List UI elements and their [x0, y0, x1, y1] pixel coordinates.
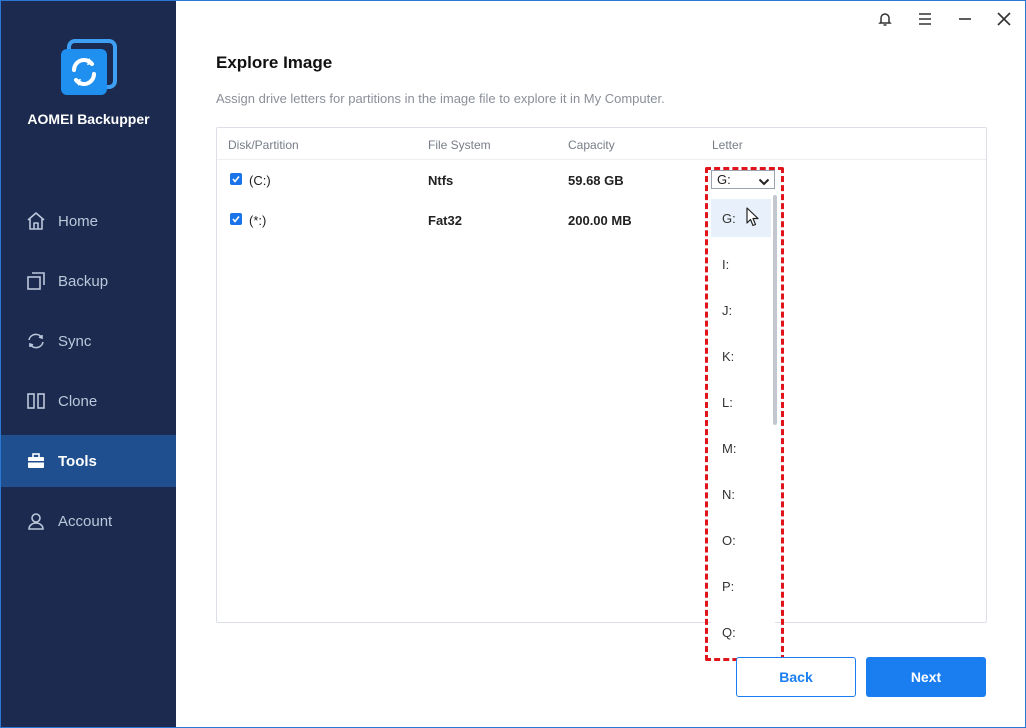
sidebar-item-backup[interactable]: Backup	[1, 255, 176, 307]
sync-icon	[26, 331, 46, 351]
sidebar-item-sync[interactable]: Sync	[1, 315, 176, 367]
chevron-down-icon	[758, 174, 770, 192]
partition-table: Disk/Partition File System Capacity Lett…	[216, 127, 987, 623]
aomei-logo-icon	[59, 39, 119, 99]
checkmark-icon	[232, 216, 240, 223]
column-header-file-system: File System	[428, 138, 491, 152]
sidebar-item-label: Home	[58, 212, 99, 230]
notification-bell-button[interactable]	[873, 9, 897, 33]
capacity-value: 200.00 MB	[568, 213, 632, 228]
close-button[interactable]	[992, 9, 1016, 33]
letter-option[interactable]: J:	[711, 291, 771, 329]
letter-option[interactable]: L:	[711, 383, 771, 421]
home-icon	[26, 211, 46, 231]
drive-letter-list: G: I: J: K: L: M: N: O: P: Q:	[711, 192, 775, 654]
menu-button[interactable]	[913, 9, 937, 33]
sidebar: AOMEI Backupper Home Backup Sync Clone T…	[1, 1, 176, 727]
letter-option[interactable]: Q:	[711, 613, 771, 651]
page-title: Explore Image	[216, 53, 333, 72]
minimize-button[interactable]	[953, 9, 977, 33]
letter-option[interactable]: M:	[711, 429, 771, 467]
app-window: AOMEI Backupper Home Backup Sync Clone T…	[0, 0, 1026, 728]
letter-option[interactable]: O:	[711, 521, 771, 559]
mouse-cursor-icon	[746, 207, 760, 232]
partition-name: (C:)	[249, 173, 271, 188]
letter-option[interactable]: K:	[711, 337, 771, 375]
dropdown-scrollbar[interactable]	[773, 195, 777, 425]
letter-option[interactable]: I:	[711, 245, 771, 283]
brand-name: AOMEI Backupper	[27, 111, 150, 127]
file-system-value: Fat32	[428, 213, 462, 228]
sidebar-item-label: Account	[58, 512, 113, 530]
column-header-letter: Letter	[712, 138, 743, 152]
column-header-disk-partition: Disk/Partition	[228, 138, 299, 152]
account-icon	[26, 511, 46, 531]
sidebar-item-label: Tools	[58, 452, 97, 470]
row-checkbox-c[interactable]	[230, 173, 242, 185]
checkmark-icon	[232, 176, 240, 183]
header-divider	[217, 159, 986, 160]
file-system-value: Ntfs	[428, 173, 454, 188]
hamburger-menu-icon	[918, 12, 932, 31]
column-header-capacity: Capacity	[568, 138, 615, 152]
page-description: Assign drive letters for partitions in t…	[216, 91, 665, 106]
sidebar-item-home[interactable]: Home	[1, 195, 176, 247]
tools-icon	[26, 451, 46, 471]
sidebar-item-account[interactable]: Account	[1, 495, 176, 547]
letter-option[interactable]: N:	[711, 475, 771, 513]
capacity-value: 59.68 GB	[568, 173, 624, 188]
backup-icon	[26, 271, 46, 291]
close-icon	[997, 11, 1011, 31]
letter-option[interactable]: P:	[711, 567, 771, 605]
back-button[interactable]: Back	[736, 657, 856, 697]
partition-name: (*:)	[249, 213, 267, 228]
selected-letter: G:	[717, 172, 731, 187]
bell-icon	[877, 11, 893, 32]
sidebar-item-clone[interactable]: Clone	[1, 375, 176, 427]
row-checkbox-star[interactable]	[230, 213, 242, 225]
sidebar-item-label: Backup	[58, 272, 109, 290]
letter-option[interactable]: G:	[711, 199, 771, 237]
sidebar-item-label: Clone	[58, 392, 98, 410]
drive-letter-select[interactable]: G:	[711, 170, 775, 189]
next-button[interactable]: Next	[866, 657, 986, 697]
sidebar-item-tools[interactable]: Tools	[1, 435, 176, 487]
minimize-icon	[958, 12, 972, 31]
clone-icon	[26, 391, 46, 411]
sidebar-item-label: Sync	[58, 332, 92, 350]
